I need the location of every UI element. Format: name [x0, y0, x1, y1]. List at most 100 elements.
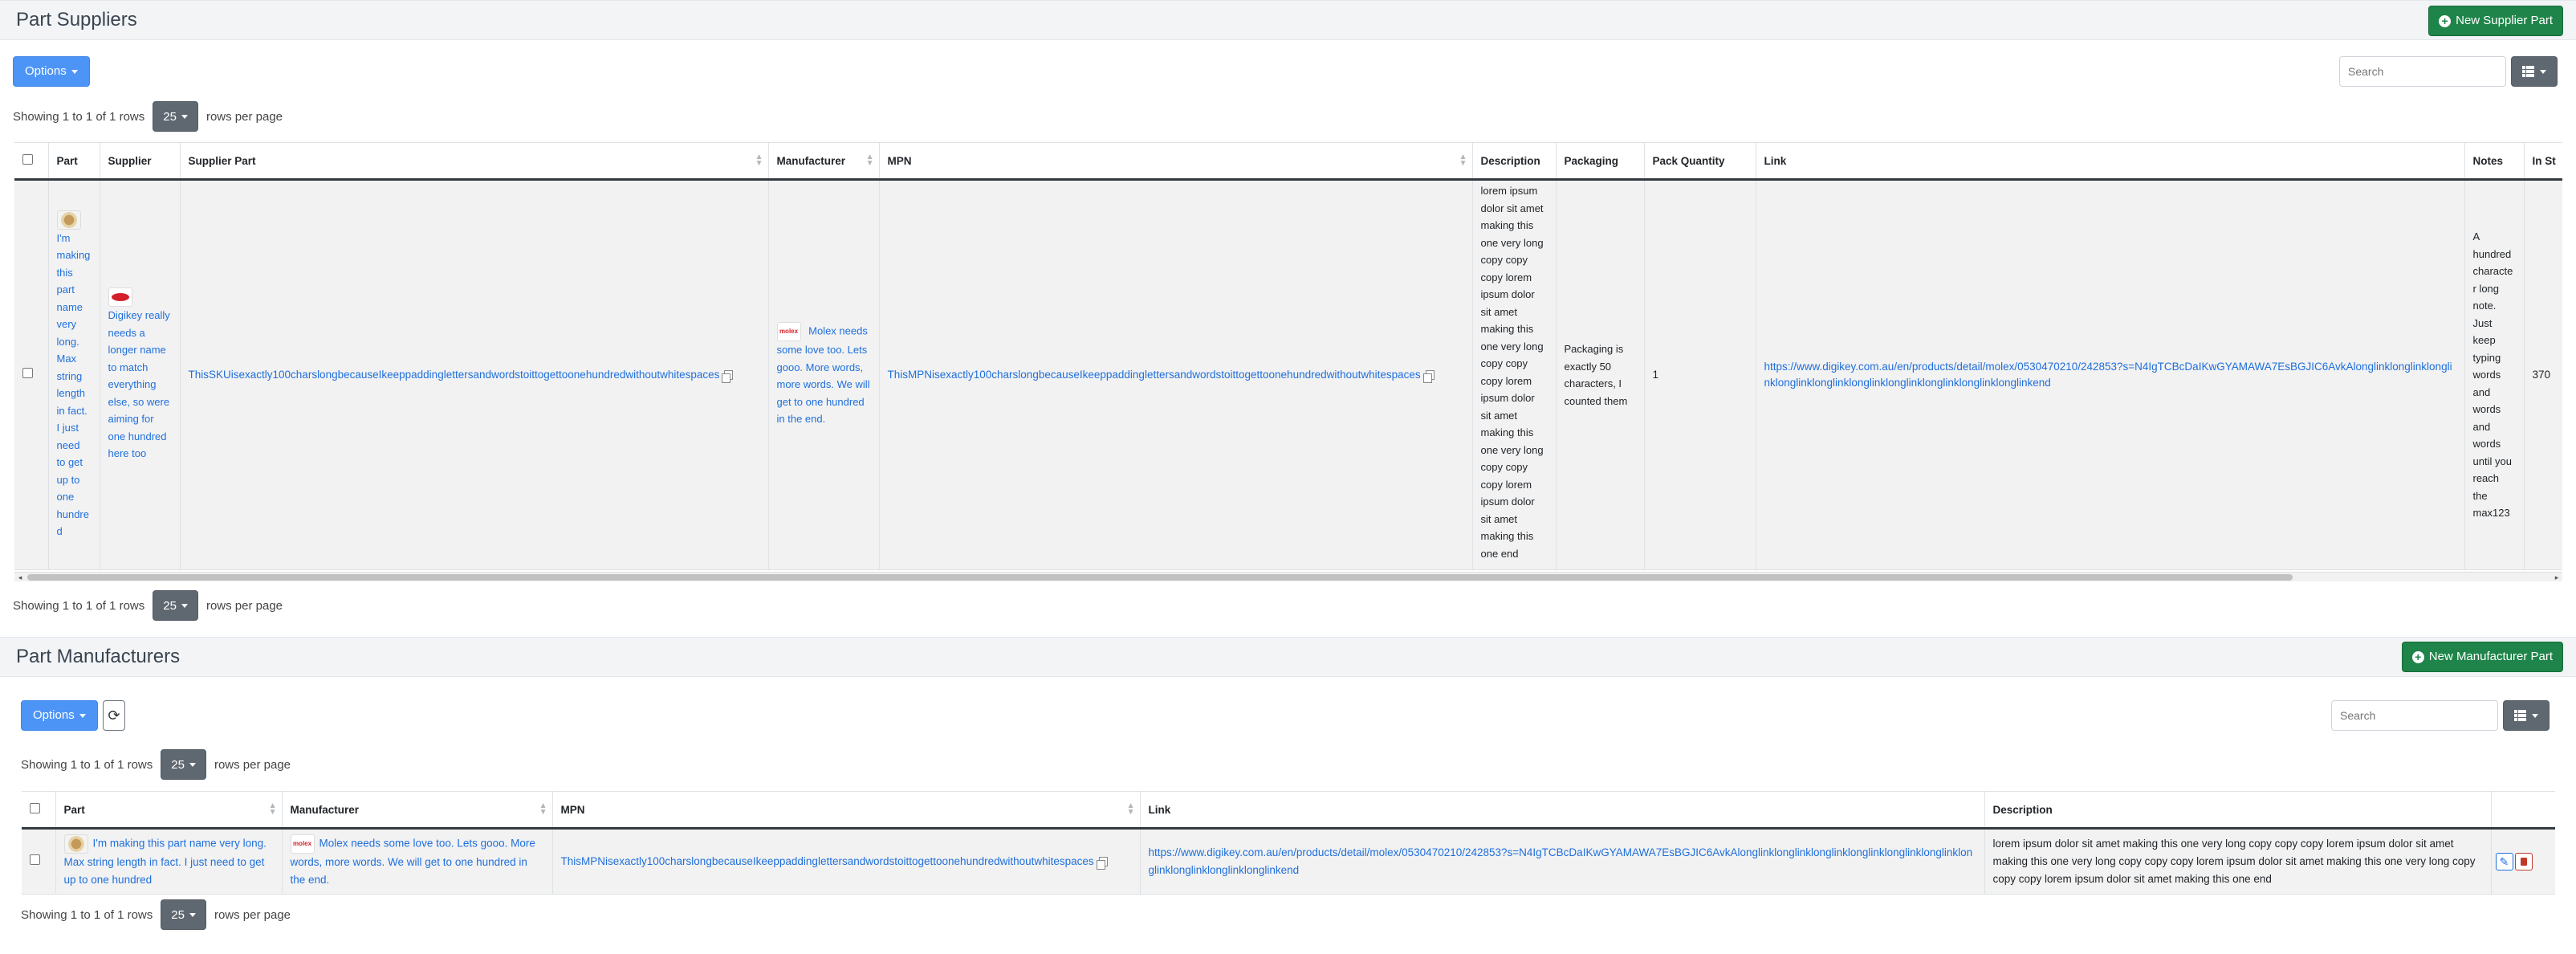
- plus-circle-icon: +: [2411, 650, 2424, 663]
- cell-manufacturer: molex Molex needs some love too. Lets go…: [768, 179, 880, 570]
- caret-down-icon: [71, 69, 78, 74]
- page-size-dropdown[interactable]: 25: [161, 749, 206, 780]
- page-size-value: 25: [171, 907, 185, 922]
- manufacturers-table-wrapper: Part ▲ ▼ Manufacturer ▲ ▼ MPN ▲ ▼ Link Descrip…: [22, 791, 2555, 895]
- new-supplier-part-button[interactable]: + New Supplier Part: [2428, 6, 2563, 36]
- manufacturers-search-input[interactable]: [2331, 700, 2498, 731]
- trash-icon[interactable]: [2514, 853, 2533, 871]
- caret-down-icon: [181, 114, 188, 119]
- select-all-checkbox[interactable]: [22, 154, 33, 165]
- mpn-link[interactable]: ThisMPNisexactly100charslongbecauseIkeep…: [888, 369, 1421, 381]
- cell-supplier: Digikey really needs a longer name to ma…: [100, 179, 181, 570]
- cell-description: lorem ipsum dolor sit amet making this o…: [1984, 828, 2492, 895]
- select-all-checkbox-cell[interactable]: [14, 142, 49, 181]
- suppliers-pagination-bottom: Showing 1 to 1 of 1 rows 25 rows per pag…: [13, 590, 283, 621]
- notes-text: A hundred character long note. Just keep…: [2472, 230, 2513, 520]
- row-checkbox-cell[interactable]: [14, 179, 49, 570]
- suppliers-options-button[interactable]: Options: [13, 56, 90, 87]
- new-manufacturer-part-button[interactable]: + New Manufacturer Part: [2401, 642, 2563, 672]
- showing-text: Showing 1 to 1 of 1 rows: [21, 907, 153, 922]
- mpn-link[interactable]: ThisMPNisexactly100charslongbecauseIkeep…: [561, 855, 1094, 867]
- sort-icon: ▲ ▼: [268, 801, 277, 817]
- page-size-value: 25: [163, 598, 177, 613]
- select-all-checkbox-cell[interactable]: [22, 791, 56, 830]
- grid-icon: [2522, 66, 2535, 77]
- page-size-value: 25: [171, 757, 185, 772]
- copy-icon[interactable]: [1422, 370, 1435, 384]
- column-header-pack-quantity[interactable]: Pack Quantity: [1644, 142, 1756, 181]
- suppliers-section-header: Part Suppliers + New Supplier Part: [0, 0, 2576, 40]
- caret-down-icon: [189, 912, 196, 917]
- caret-down-icon: [79, 713, 86, 718]
- showing-text: Showing 1 to 1 of 1 rows: [21, 757, 153, 772]
- cell-manufacturer: molex Molex needs some love too. Lets goo…: [282, 828, 553, 895]
- edit-icon[interactable]: [2495, 853, 2513, 871]
- suppliers-columns-button[interactable]: [2511, 56, 2558, 87]
- part-link[interactable]: I'm making this part name very long. Max…: [64, 838, 267, 886]
- select-all-checkbox[interactable]: [30, 803, 40, 813]
- row-checkbox[interactable]: [30, 854, 40, 865]
- page-size-dropdown[interactable]: 25: [153, 101, 198, 132]
- suppliers-horizontal-scrollbar[interactable]: ◂ ▸: [14, 572, 2562, 581]
- column-header-manufacturer[interactable]: Manufacturer ▲ ▼: [282, 791, 553, 830]
- cell-notes: A hundred character long note. Just keep…: [2464, 179, 2525, 570]
- column-header-mpn[interactable]: MPN ▲ ▼: [552, 791, 1141, 830]
- manufacturer-link[interactable]: Molex needs some love too. Lets gooo. Mo…: [291, 838, 535, 886]
- copy-icon[interactable]: [722, 370, 734, 384]
- rows-per-page-text: rows per page: [206, 109, 283, 124]
- cell-link: https://www.digikey.com.au/en/products/d…: [1756, 179, 2465, 570]
- row-checkbox-cell[interactable]: [22, 828, 56, 895]
- molex-logo: molex: [776, 322, 801, 342]
- page-size-dropdown[interactable]: 25: [161, 899, 206, 930]
- column-header-part[interactable]: Part ▲ ▼: [55, 791, 283, 830]
- suppliers-table: Part Supplier Supplier Part ▲ ▼ Manufactur…: [14, 142, 2562, 570]
- supplier-part-link[interactable]: ThisSKUisexactly100charslongbecauseIkeep…: [189, 369, 720, 381]
- refresh-button[interactable]: ⟳: [103, 700, 125, 731]
- packaging-text: Packaging is exactly 50 characters, I co…: [1564, 343, 1628, 407]
- manufacturers-columns-button[interactable]: [2503, 700, 2550, 731]
- suppliers-pagination-top: Showing 1 to 1 of 1 rows 25 rows per pag…: [13, 101, 283, 132]
- cell-actions: [2491, 828, 2555, 895]
- description-text: lorem ipsum dolor sit amet making this o…: [1480, 185, 1544, 560]
- column-header-manufacturer[interactable]: Manufacturer ▲ ▼: [768, 142, 880, 181]
- scroll-left-arrow-icon[interactable]: ◂: [14, 573, 26, 582]
- copy-icon[interactable]: [1096, 857, 1108, 870]
- column-header-in-stock[interactable]: In St: [2524, 142, 2562, 181]
- plus-circle-icon: +: [2439, 14, 2452, 27]
- supplier-url-link[interactable]: https://www.digikey.com.au/en/products/d…: [1764, 361, 2452, 389]
- column-header-part[interactable]: Part: [48, 142, 100, 181]
- suppliers-search-input[interactable]: [2339, 56, 2506, 87]
- scrollbar-thumb[interactable]: [27, 574, 2293, 581]
- column-header-description[interactable]: Description: [1472, 142, 1557, 181]
- new-manufacturer-part-label: New Manufacturer Part: [2428, 650, 2553, 663]
- showing-text: Showing 1 to 1 of 1 rows: [13, 598, 145, 613]
- rows-per-page-text: rows per page: [214, 907, 291, 922]
- cell-part: I'm making this part name very long. Max…: [55, 828, 283, 895]
- description-text: lorem ipsum dolor sit amet making this o…: [1992, 838, 2476, 885]
- cell-link: https://www.digikey.com.au/en/products/d…: [1140, 828, 1985, 895]
- column-header-mpn[interactable]: MPN ▲ ▼: [879, 142, 1473, 181]
- manufacturers-title: Part Manufacturers: [16, 646, 181, 667]
- part-link[interactable]: I'm making this part name very long. Max…: [57, 232, 91, 538]
- column-header-link[interactable]: Link: [1140, 791, 1985, 830]
- in-stock-text: 370: [2532, 369, 2551, 381]
- manufacturer-url-link[interactable]: https://www.digikey.com.au/en/products/d…: [1149, 846, 1973, 876]
- rows-per-page-text: rows per page: [214, 757, 291, 772]
- caret-down-icon: [181, 603, 188, 608]
- column-header-packaging[interactable]: Packaging: [1556, 142, 1645, 181]
- row-checkbox[interactable]: [22, 368, 33, 378]
- options-label: Options: [33, 708, 75, 722]
- column-header-description[interactable]: Description: [1984, 791, 2492, 830]
- column-header-supplier[interactable]: Supplier: [100, 142, 181, 181]
- scroll-right-arrow-icon[interactable]: ▸: [2551, 573, 2562, 582]
- page-size-dropdown[interactable]: 25: [153, 590, 198, 621]
- new-supplier-part-label: New Supplier Part: [2456, 14, 2553, 27]
- part-thumbnail: [56, 210, 81, 230]
- caret-down-icon: [2540, 69, 2546, 74]
- manufacturers-options-button[interactable]: Options: [21, 700, 98, 731]
- supplier-link[interactable]: Digikey really needs a longer name to ma…: [108, 309, 170, 459]
- column-header-notes[interactable]: Notes: [2464, 142, 2525, 181]
- manufacturers-pagination-top: Showing 1 to 1 of 1 rows 25 rows per pag…: [21, 749, 291, 780]
- column-header-supplier-part[interactable]: Supplier Part ▲ ▼: [180, 142, 769, 181]
- column-header-link[interactable]: Link: [1756, 142, 2465, 181]
